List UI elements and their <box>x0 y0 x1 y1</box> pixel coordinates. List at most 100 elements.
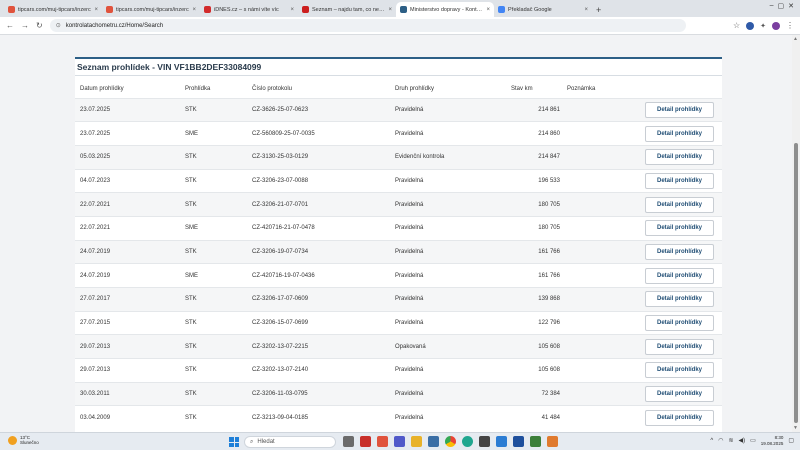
app-widgets-icon[interactable] <box>343 436 354 447</box>
app-monitor-icon[interactable] <box>530 436 541 447</box>
forward-icon[interactable]: → <box>21 21 29 30</box>
close-window-icon[interactable]: ✕ <box>788 2 794 10</box>
cell-note <box>562 168 634 193</box>
tab-close-icon[interactable]: × <box>486 7 490 13</box>
app-photos-icon[interactable] <box>496 436 507 447</box>
browser-tab[interactable]: Ministerstvo dopravy - Kontrola × <box>396 2 494 17</box>
tab-close-icon[interactable]: × <box>192 7 196 13</box>
new-tab-button[interactable]: + <box>596 2 601 17</box>
scroll-up-icon[interactable]: ▲ <box>793 36 798 42</box>
scroll-down-icon[interactable]: ▼ <box>793 425 798 431</box>
cell-protocol: CZ-3202-13-07-2140 <box>247 358 390 383</box>
chevron-up-icon[interactable]: ^ <box>710 438 713 444</box>
menu-dots-icon[interactable]: ⋮ <box>786 21 794 30</box>
cell-protocol: CZ-3206-11-03-0795 <box>247 381 390 406</box>
browser-tab[interactable]: tipcars.com/muj-tipcars/inzerc × <box>102 2 200 17</box>
tab-title: Ministerstvo dopravy - Kontrola <box>410 6 484 13</box>
table-row: 23.07.2025 STK CZ-3626-25-07-0623 Pravideln… <box>75 97 722 122</box>
bookmark-star-icon[interactable]: ☆ <box>733 21 740 30</box>
detail-inspection-button[interactable]: Detail prohlídky <box>645 101 714 118</box>
detail-inspection-button[interactable]: Detail prohlídky <box>645 267 714 284</box>
minimize-icon[interactable]: – <box>770 2 774 10</box>
scrollbar-thumb[interactable] <box>794 143 798 423</box>
detail-inspection-button[interactable]: Detail prohlídky <box>645 315 714 332</box>
windows-taskbar: 13°C Slunečno ⌕ Hledat ^ ◠ ≋ ◀) ▭ 8:30 1… <box>0 432 800 450</box>
windows-start-icon[interactable] <box>229 437 239 447</box>
cell-action: Detail prohlídky <box>634 121 722 146</box>
cell-date: 22.07.2021 <box>75 215 180 241</box>
detail-inspection-button[interactable]: Detail prohlídky <box>645 196 714 213</box>
clock[interactable]: 8:30 19.08.2025 <box>761 435 784 446</box>
page-scrollbar[interactable]: ▲ ▼ <box>792 35 800 432</box>
cell-note <box>562 215 634 241</box>
weather-widget[interactable]: 13°C Slunečno <box>8 435 39 445</box>
app-store-icon[interactable] <box>513 436 524 447</box>
browser-tab[interactable]: tipcars.com/muj-tipcars/inzerc × <box>4 2 102 17</box>
cell-protocol: CZ-3206-15-07-0699 <box>247 310 390 335</box>
detail-inspection-button[interactable]: Detail prohlídky <box>645 410 714 427</box>
detail-inspection-button[interactable]: Detail prohlídky <box>645 172 714 189</box>
col-header-protocol: Číslo protokolu <box>252 85 293 92</box>
cell-protocol: CZ-3626-25-07-0623 <box>247 97 390 122</box>
browser-tab[interactable]: Překladač Google × <box>494 2 592 17</box>
reload-icon[interactable]: ↻ <box>36 21 43 30</box>
cell-km: 105 608 <box>506 358 562 383</box>
volume-icon[interactable]: ◀) <box>739 437 746 444</box>
tab-close-icon[interactable]: × <box>584 7 588 13</box>
col-header-inspection: Prohlídka <box>185 85 211 92</box>
cell-action: Detail prohlídky <box>634 310 722 335</box>
cell-kind: Pravidelná <box>390 121 506 146</box>
network-icon[interactable]: ◠ <box>718 437 723 444</box>
tab-title: tipcars.com/muj-tipcars/inzerc <box>18 6 91 13</box>
weather-desc: Slunečno <box>20 440 39 445</box>
search-placeholder: Hledat <box>257 439 275 445</box>
table-row: 22.07.2021 SME CZ-420716-21-07-0478 Pravide… <box>75 215 722 241</box>
detail-inspection-button[interactable]: Detail prohlídky <box>645 291 714 308</box>
tab-close-icon[interactable]: × <box>94 7 98 13</box>
wifi-icon[interactable]: ≋ <box>728 437 733 444</box>
back-icon[interactable]: ← <box>6 21 14 30</box>
cell-note <box>562 263 634 288</box>
col-header-date: Datum prohlídky <box>80 85 124 92</box>
detail-inspection-button[interactable]: Detail prohlídky <box>645 149 714 166</box>
app-edge-icon[interactable] <box>462 436 473 447</box>
cell-type: STK <box>180 239 247 264</box>
cell-protocol: CZ-3206-19-07-0734 <box>247 239 390 264</box>
cell-km: 196 533 <box>506 168 562 193</box>
cell-action: Detail prohlídky <box>634 168 722 193</box>
profile-avatar[interactable] <box>772 21 780 30</box>
app-car-icon[interactable] <box>360 436 371 447</box>
extension-icon[interactable] <box>746 21 755 30</box>
battery-icon[interactable]: ▭ <box>750 437 756 444</box>
app-other-icon[interactable] <box>547 436 558 447</box>
app-files-icon[interactable] <box>411 436 422 447</box>
detail-inspection-button[interactable]: Detail prohlídky <box>645 125 714 142</box>
app-mail-icon[interactable] <box>377 436 388 447</box>
browser-tab[interactable]: iDNES.cz – s námi víte víc × <box>200 2 298 17</box>
cell-protocol: CZ-3206-21-07-0701 <box>247 192 390 217</box>
app-pin-icon[interactable] <box>428 436 439 447</box>
cell-km: 180 705 <box>506 192 562 217</box>
taskbar-search[interactable]: ⌕ Hledat <box>244 436 336 448</box>
tab-close-icon[interactable]: × <box>388 7 392 13</box>
app-calc-icon[interactable] <box>479 436 490 447</box>
app-teams-icon[interactable] <box>394 436 405 447</box>
maximize-icon[interactable]: ▢ <box>778 2 785 10</box>
tab-favicon-icon <box>204 6 211 13</box>
cell-type: STK <box>180 287 247 312</box>
detail-inspection-button[interactable]: Detail prohlídky <box>645 386 714 403</box>
site-info-icon[interactable]: ⊙ <box>56 22 61 29</box>
weather-text: 13°C Slunečno <box>20 435 39 445</box>
detail-inspection-button[interactable]: Detail prohlídky <box>645 338 714 355</box>
tab-close-icon[interactable]: × <box>290 7 294 13</box>
browser-tab[interactable]: Seznam – najdu tam, co neznám × <box>298 2 396 17</box>
puzzle-icon[interactable]: ✦ <box>760 22 766 30</box>
cell-km: 214 860 <box>506 121 562 146</box>
notification-icon[interactable]: ▢ <box>788 437 794 444</box>
detail-inspection-button[interactable]: Detail prohlídky <box>645 243 714 260</box>
app-chrome-icon[interactable] <box>445 436 456 447</box>
detail-inspection-button[interactable]: Detail prohlídky <box>645 362 714 379</box>
url-field[interactable]: ⊙ kontrolatachometru.cz/Home/Search <box>49 19 686 32</box>
detail-inspection-button[interactable]: Detail prohlídky <box>645 220 714 237</box>
cell-km: 161 766 <box>506 239 562 264</box>
